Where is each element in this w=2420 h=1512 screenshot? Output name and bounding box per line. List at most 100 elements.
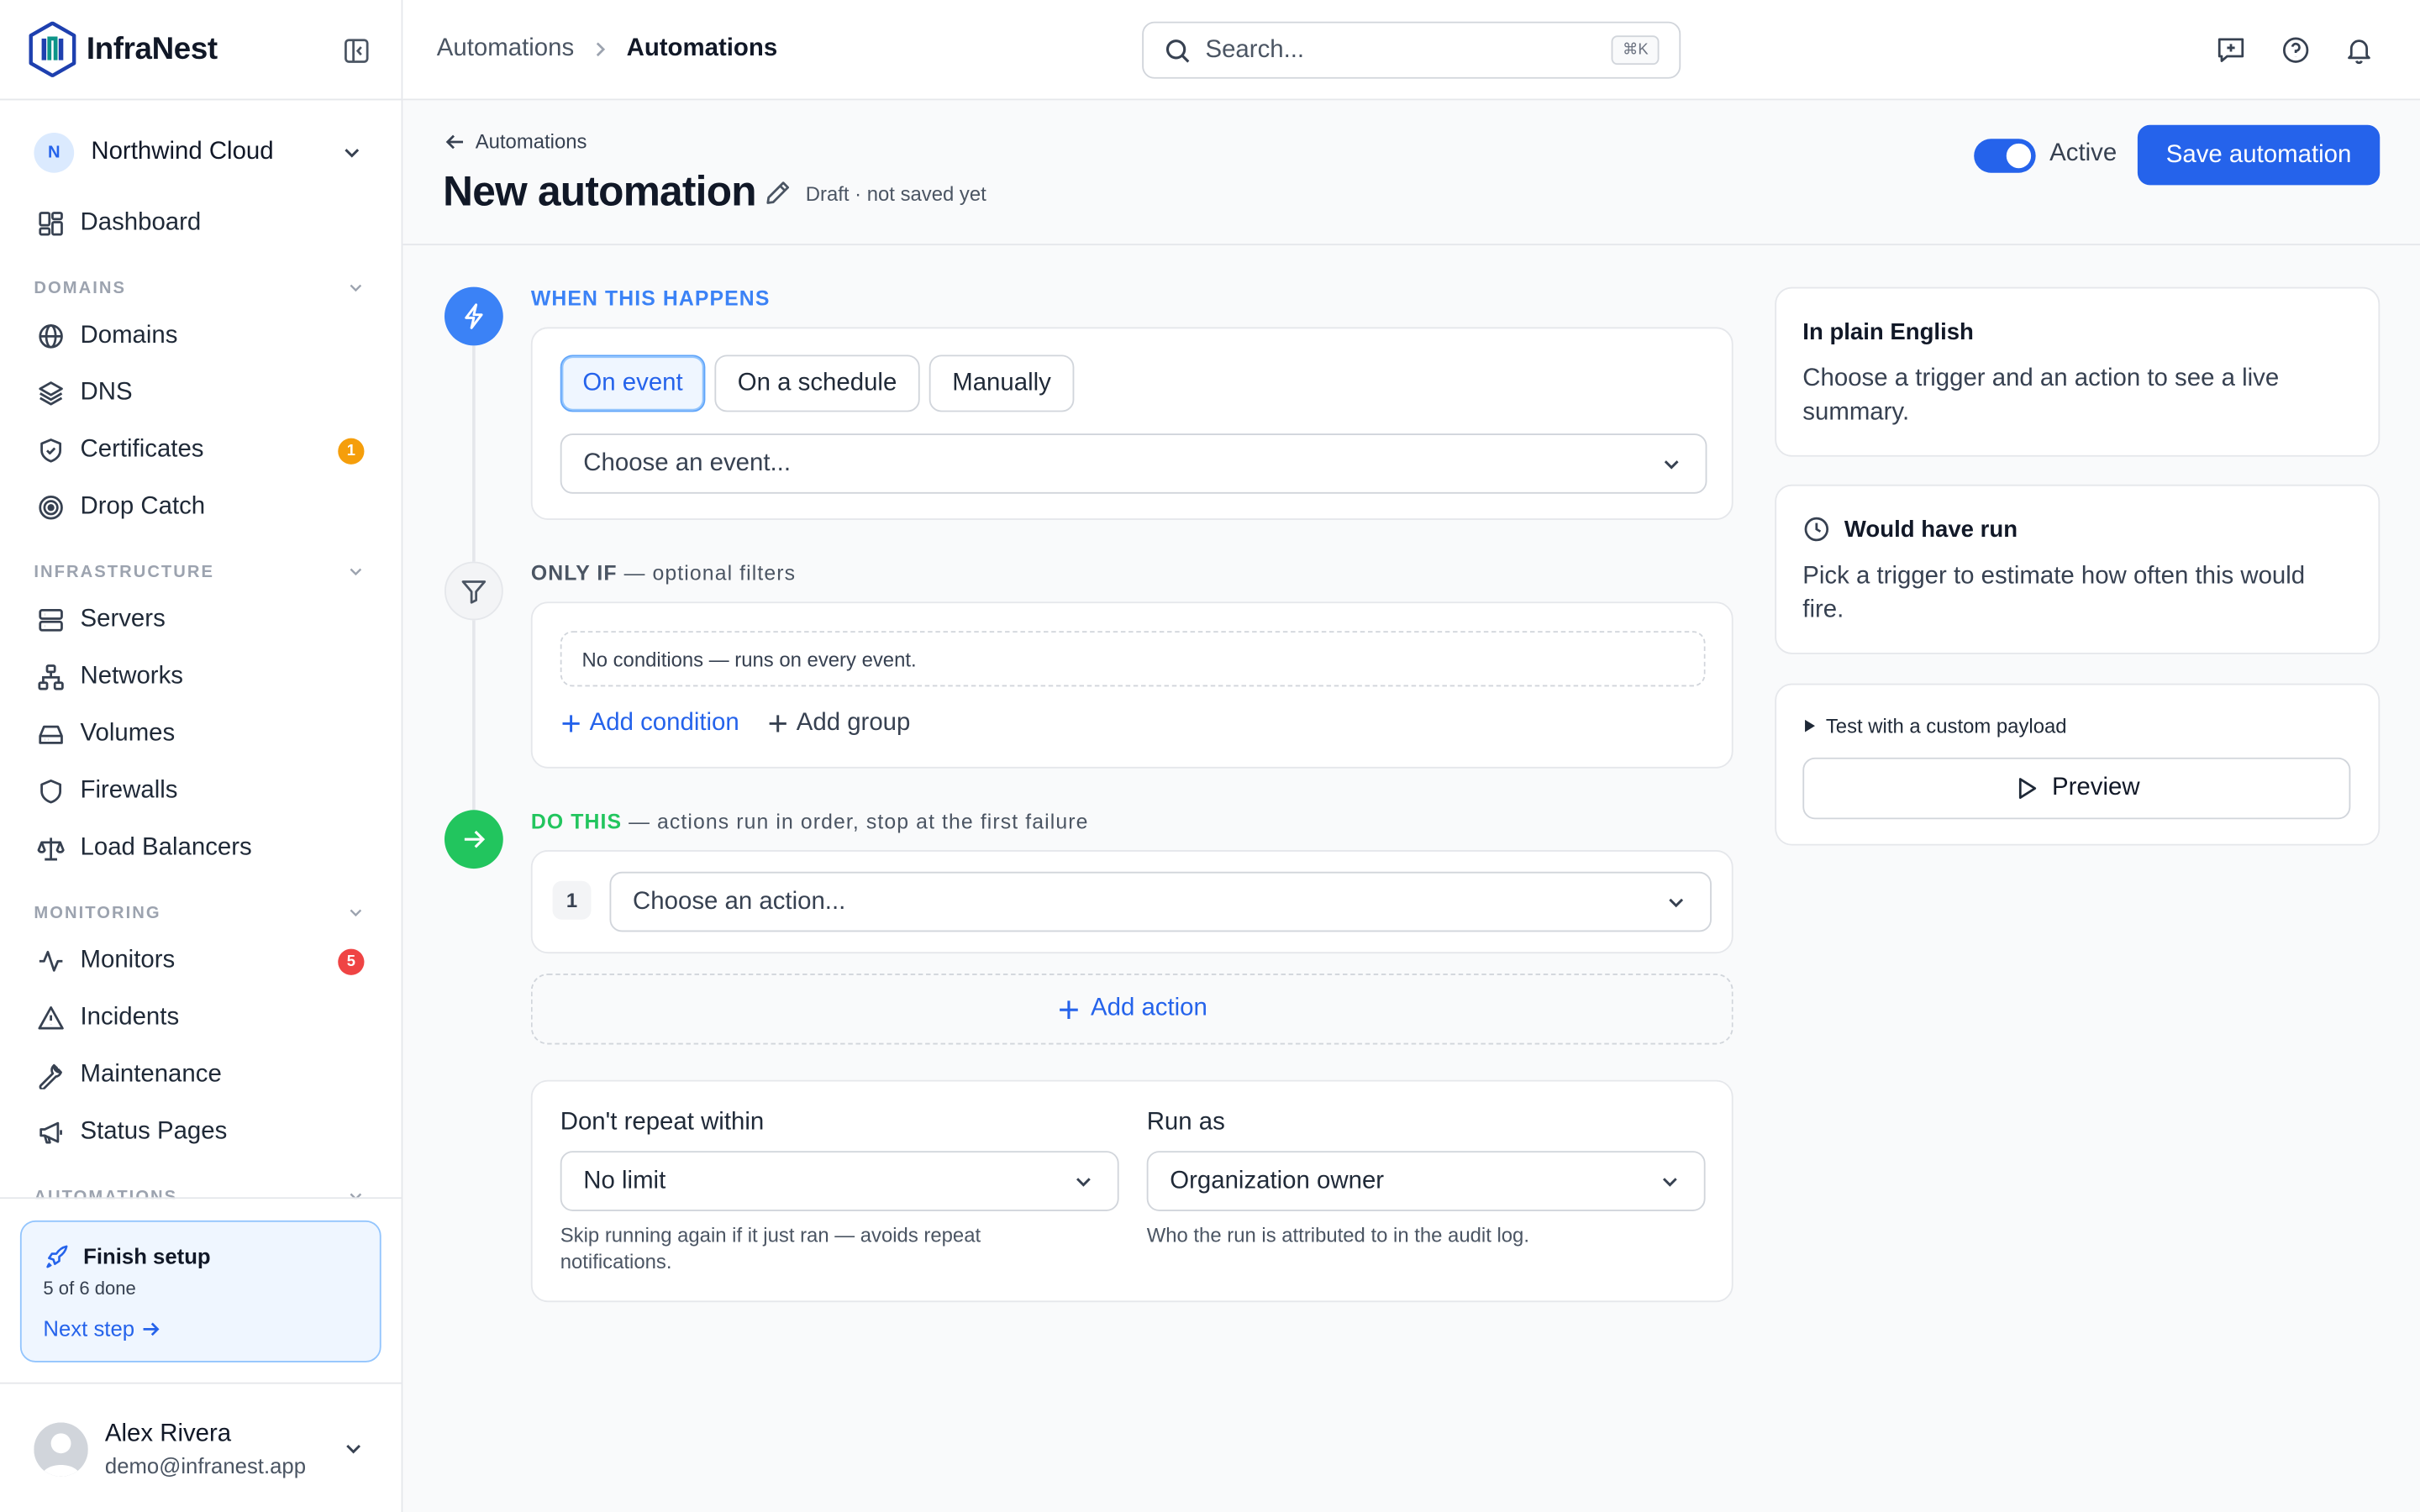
chevron-down-icon xyxy=(1076,1178,1091,1187)
sidebar-item-networks[interactable]: Networks xyxy=(18,651,382,703)
setup-title: Finish setup xyxy=(83,1243,211,1268)
search-box[interactable]: ⌘K xyxy=(1142,21,1681,79)
sidebar-item-certificates[interactable]: Certificates 1 xyxy=(18,424,382,476)
globe-icon xyxy=(39,324,63,349)
arrow-left-icon xyxy=(445,134,464,149)
test-payload-toggle[interactable]: Test with a custom payload xyxy=(1802,714,2067,738)
next-step-link[interactable]: Next step xyxy=(43,1316,160,1341)
sidebar-item-label: Dashboard xyxy=(80,209,202,237)
repeat-select[interactable]: No limit xyxy=(560,1151,1119,1211)
sidebar-item-label: DNS xyxy=(80,379,133,407)
sidebar: InfraNest N Northwind Cloud Dashboard DO… xyxy=(0,0,403,1512)
step-connector xyxy=(472,620,476,812)
add-action-button[interactable]: Add action xyxy=(530,973,1733,1045)
runas-label: Run as xyxy=(1146,1109,1225,1136)
zap-icon xyxy=(465,303,483,329)
active-toggle[interactable] xyxy=(1974,139,2036,173)
back-label: Automations xyxy=(475,129,587,153)
sidebar-item-load-balancers[interactable]: Load Balancers xyxy=(18,822,382,874)
org-avatar: N xyxy=(34,132,75,173)
runas-select[interactable]: Organization owner xyxy=(1146,1151,1706,1211)
section-header-infrastructure[interactable]: INFRASTRUCTURE xyxy=(34,563,370,581)
chevron-down-icon xyxy=(345,149,360,158)
active-label: Active xyxy=(2049,140,2118,167)
search-icon xyxy=(1165,39,1190,63)
arrow-right-icon xyxy=(143,1321,160,1336)
sidebar-item-volumes[interactable]: Volumes xyxy=(18,708,382,760)
summary-body: Choose a trigger and an action to see a … xyxy=(1802,365,2280,426)
action-heading: DO THIS — actions run in order, stop at … xyxy=(531,810,1089,833)
sidebar-item-firewalls[interactable]: Firewalls xyxy=(18,765,382,817)
save-automation-button[interactable]: Save automation xyxy=(2137,124,2381,186)
dashboard-icon xyxy=(39,212,63,236)
section-header-monitoring[interactable]: MONITORING xyxy=(34,904,370,922)
sidebar-item-label: Drop Catch xyxy=(80,493,206,520)
setup-progress: 5 of 6 done xyxy=(43,1277,136,1299)
action-heading-rest: — actions run in order, stop at the firs… xyxy=(622,810,1089,833)
pencil-icon[interactable] xyxy=(764,179,792,207)
sidebar-collapse-icon[interactable] xyxy=(343,37,371,65)
event-select[interactable]: Choose an event... xyxy=(560,433,1707,494)
mode-on-event[interactable]: On event xyxy=(560,354,706,412)
chevron-right-icon xyxy=(596,42,605,57)
add-group-button[interactable]: Add group xyxy=(767,709,911,738)
rocket-icon xyxy=(46,1245,68,1268)
sidebar-item-maintenance[interactable]: Maintenance xyxy=(18,1049,382,1101)
filter-icon xyxy=(461,580,487,604)
sidebar-item-label: Servers xyxy=(80,606,166,633)
alert-triangle-icon xyxy=(38,1006,64,1030)
action-select[interactable]: Choose an action... xyxy=(609,871,1712,932)
clock-icon xyxy=(1804,517,1829,542)
event-select-value: Choose an event... xyxy=(583,450,791,477)
sidebar-item-domains[interactable]: Domains xyxy=(18,310,382,362)
sidebar-item-incidents[interactable]: Incidents xyxy=(18,992,382,1044)
section-title: MONITORING xyxy=(34,904,161,923)
mode-manually[interactable]: Manually xyxy=(929,354,1075,412)
sidebar-item-label: Domains xyxy=(80,322,178,349)
plus-icon xyxy=(769,715,786,732)
empty-conditions: No conditions — runs on every event. xyxy=(560,631,1706,687)
sidebar-item-drop-catch[interactable]: Drop Catch xyxy=(18,481,382,533)
feedback-icon[interactable] xyxy=(2217,35,2246,65)
chevron-down-icon xyxy=(1664,460,1679,470)
filter-heading: ONLY IF — optional filters xyxy=(531,562,796,585)
arrow-right-icon xyxy=(464,830,486,848)
hard-drive-icon xyxy=(39,725,63,744)
estimate-title: Would have run xyxy=(1844,517,2018,543)
sidebar-item-label: Load Balancers xyxy=(80,834,252,861)
org-switcher[interactable]: N Northwind Cloud xyxy=(18,123,382,182)
add-action-label: Add action xyxy=(1090,995,1207,1021)
add-group-label: Add group xyxy=(796,709,911,737)
shield-check-icon xyxy=(40,438,62,463)
breadcrumb-link[interactable]: Automations xyxy=(437,35,574,63)
sidebar-item-dns[interactable]: DNS xyxy=(18,367,382,419)
action-select-value: Choose an action... xyxy=(633,888,846,916)
back-link[interactable]: Automations xyxy=(445,129,587,153)
plus-icon xyxy=(562,715,580,732)
draft-status: Draft · not saved yet xyxy=(805,181,986,206)
add-condition-button[interactable]: Add condition xyxy=(560,710,739,738)
sidebar-item-status-pages[interactable]: Status Pages xyxy=(18,1106,382,1158)
finish-setup-card: Finish setup 5 of 6 done Next step xyxy=(19,1220,381,1362)
filter-heading-rest: — optional filters xyxy=(617,561,797,585)
sidebar-item-monitors[interactable]: Monitors 5 xyxy=(18,935,382,987)
sidebar-item-label: Status Pages xyxy=(80,1118,228,1145)
trigger-heading-text: WHEN THIS HAPPENS xyxy=(530,286,771,311)
scale-icon xyxy=(37,837,65,861)
bell-icon[interactable] xyxy=(2344,35,2374,65)
add-condition-label: Add condition xyxy=(589,709,739,737)
preview-button[interactable]: Preview xyxy=(1802,757,2351,820)
user-menu[interactable]: Alex Rivera demo@infranest.app xyxy=(0,1382,402,1512)
play-icon xyxy=(2018,778,2036,799)
section-header-domains[interactable]: DOMAINS xyxy=(34,279,370,297)
shortcut-hint: ⌘K xyxy=(1612,35,1660,66)
sidebar-item-servers[interactable]: Servers xyxy=(18,594,382,646)
next-step-label: Next step xyxy=(43,1315,135,1341)
target-icon xyxy=(39,496,63,520)
sidebar-item-label: Maintenance xyxy=(80,1061,222,1088)
sidebar-item-label: Certificates xyxy=(80,436,204,464)
help-icon[interactable] xyxy=(2281,35,2311,65)
sidebar-item-dashboard[interactable]: Dashboard xyxy=(18,197,382,249)
search-input[interactable] xyxy=(1205,35,1591,66)
mode-on-schedule[interactable]: On a schedule xyxy=(714,354,920,412)
